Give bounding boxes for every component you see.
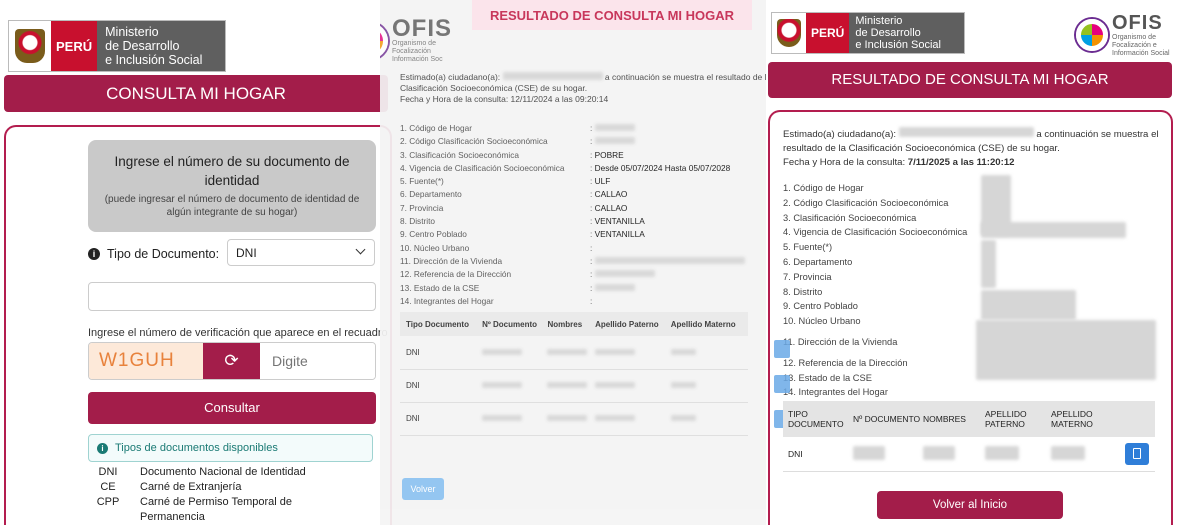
doc-type-label: Tipo de Documento:	[107, 247, 220, 261]
field-row: 14. Integrantes del Hogar:	[400, 295, 593, 306]
consultar-button[interactable]: Consultar	[88, 392, 376, 424]
doc-type-row: i Tipo de Documento:	[88, 247, 219, 261]
redacted-values	[981, 290, 1076, 320]
query-datetime: Fecha y Hora de la consulta: 12/11/2024 …	[400, 94, 609, 104]
field-row: 9. Centro Poblado: VENTANILLA	[400, 229, 645, 240]
field-row: 6. Departamento	[783, 256, 853, 267]
redacted	[898, 127, 1034, 137]
document-icon	[774, 340, 790, 358]
doc-types-alert: i Tipos de documentos disponibles	[88, 434, 373, 462]
refresh-captcha-button[interactable]: ⟳	[203, 343, 260, 379]
field-row: 6. Departamento: CALLAO	[400, 189, 628, 200]
list-item: CE Carné de Extranjería	[100, 481, 242, 493]
doc-types-title: Tipos de documentos disponibles	[115, 442, 278, 454]
ofis-logo: OFIS Organismo de Focalización e Informac…	[1076, 12, 1177, 58]
field-row: 11. Dirección de la Vivienda	[783, 336, 898, 347]
ministry-name: Ministerio de Desarrollo e Inclusión Soc…	[849, 13, 964, 53]
redacted	[502, 72, 603, 80]
field-row: 1. Código de Hogar	[783, 183, 864, 193]
table-row: DNI	[400, 402, 748, 435]
field-row: 7. Provincia	[783, 271, 832, 282]
field-row: 13. Estado de la CSE:	[400, 282, 770, 295]
members-table: TIPO DOCUMENTO Nº DOCUMENTO NOMBRES APELLID…	[783, 401, 1155, 472]
ofis-emblem-icon	[1076, 19, 1108, 51]
doc-types-list: DNI Documento Nacional de Identidad CE Car…	[88, 465, 306, 525]
current-result-panel: PERÚ Ministerio de Desarrollo e Inclusió…	[766, 0, 1177, 525]
page-title: CONSULTA MI HOGAR	[4, 75, 388, 112]
captcha-image: W1GUH	[89, 343, 203, 379]
field-row: 13. Estado de la CSE	[783, 372, 872, 383]
result-banner: RESULTADO DE CONSULTA MI HOGAR	[472, 0, 752, 30]
field-row: 8. Distrito	[783, 286, 823, 297]
peru-label: PERÚ	[51, 21, 98, 71]
field-row: 2. Código Clasificación Socioeconómica	[783, 197, 949, 208]
peru-coat-of-arms-icon	[777, 19, 801, 47]
list-item: DNI Documento Nacional de Identidad	[98, 466, 306, 478]
instruction-title: Ingrese el número de su documento de ide…	[114, 154, 350, 188]
table-header-row: Tipo Documento Nº Documento Nombres Apellid…	[400, 312, 748, 336]
captcha-input[interactable]	[260, 343, 375, 379]
ofis-emblem-icon	[380, 23, 388, 59]
result-fields: 1. Código de Hogar 2. Código Clasificaci…	[783, 181, 967, 400]
field-row: 12. Referencia de la Dirección	[783, 357, 908, 368]
result-banner: RESULTADO DE CONSULTA MI HOGAR	[768, 62, 1172, 98]
instruction-box: Ingrese el número de su documento de ide…	[88, 140, 376, 232]
field-row: 7. Provincia: CALLAO	[400, 202, 628, 213]
field-row: 3. Clasificación Socioeconómica	[783, 212, 917, 223]
result-intro: Estimado(a) ciudadano(a): a continuación…	[400, 72, 775, 105]
info-icon: i	[97, 442, 108, 454]
field-row: 12. Referencia de la Dirección:	[400, 268, 770, 281]
consulta-panel: PERÚ Ministerio de Desarrollo e Inclusió…	[0, 0, 392, 525]
info-icon: i	[88, 248, 100, 260]
file-icon	[1133, 447, 1141, 459]
field-row: 9. Centro Poblado	[783, 301, 858, 312]
field-row: 11. Dirección de la Vivienda:	[400, 255, 770, 268]
volver-button[interactable]: Volver	[402, 478, 444, 500]
peru-coat-of-arms-icon	[15, 29, 45, 63]
ministry-name: Ministerio de Desarrollo e Inclusión Soc…	[97, 21, 225, 71]
field-row: 5. Fuente(*): ULF	[400, 176, 611, 187]
table-row: DNI	[783, 437, 1155, 471]
redacted-values	[981, 222, 1126, 238]
query-datetime: Fecha y Hora de la consulta: 7/11/2025 a…	[783, 157, 1015, 168]
doc-type-value: DNI	[236, 246, 257, 260]
table-row: DNI	[400, 369, 748, 402]
captcha-group: W1GUH ⟳	[88, 342, 376, 380]
field-row: 1. Código de Hogar:	[400, 122, 770, 135]
doc-number-input[interactable]	[88, 282, 376, 311]
chevron-down-icon	[355, 244, 366, 255]
field-row: 10. Núcleo Urbano	[783, 316, 861, 327]
document-icon	[774, 375, 790, 393]
view-detail-button[interactable]	[1125, 442, 1149, 465]
result-intro: Estimado(a) ciudadano(a): a continuación…	[783, 127, 1161, 170]
field-row: 10. Núcleo Urbano:	[400, 242, 593, 253]
doc-type-select[interactable]: DNI	[227, 239, 375, 266]
instruction-subtitle: (puede ingresar el número de documento d…	[104, 194, 360, 218]
result-fields: 1. Código de Hogar: 2. Código Clasificac…	[400, 122, 770, 308]
field-row: 4. Vigencia de Clasificación Socioeconóm…	[400, 162, 731, 173]
redacted-values	[976, 320, 1156, 380]
midis-logo: PERÚ Ministerio de Desarrollo e Inclusió…	[8, 20, 226, 72]
previous-result-panel: OFIS Organismo de Focalización Informació…	[380, 0, 775, 525]
peru-label: PERÚ	[806, 13, 850, 53]
table-row: DNI	[400, 336, 748, 369]
refresh-icon: ⟳	[224, 351, 239, 370]
captcha-label: Ingrese el número de verificación que ap…	[88, 327, 388, 339]
field-row: 5. Fuente(*)	[783, 242, 833, 253]
midis-logo: PERÚ Ministerio de Desarrollo e Inclusió…	[771, 12, 965, 54]
field-row: 14. Integrantes del Hogar	[783, 387, 888, 398]
members-table: Tipo Documento Nº Documento Nombres Apellid…	[400, 312, 748, 436]
field-row: 2. Código Clasificación Socioeconómica:	[400, 135, 770, 148]
redacted-values	[981, 240, 996, 288]
field-row: 8. Distrito: VENTANILLA	[400, 216, 645, 227]
field-row: 3. Clasificación Socioeconómica: POBRE	[400, 149, 624, 160]
table-header-row: TIPO DOCUMENTO Nº DOCUMENTO NOMBRES APELLID…	[783, 401, 1155, 437]
list-item: CPP Carné de Permiso Temporal de Permanen…	[96, 496, 293, 523]
volver-inicio-button[interactable]: Volver al Inicio	[877, 491, 1063, 519]
field-row: 4. Vigencia de Clasificación Socioeconóm…	[783, 227, 968, 238]
ofis-logo: OFIS Organismo de Focalización Informació…	[380, 17, 468, 64]
